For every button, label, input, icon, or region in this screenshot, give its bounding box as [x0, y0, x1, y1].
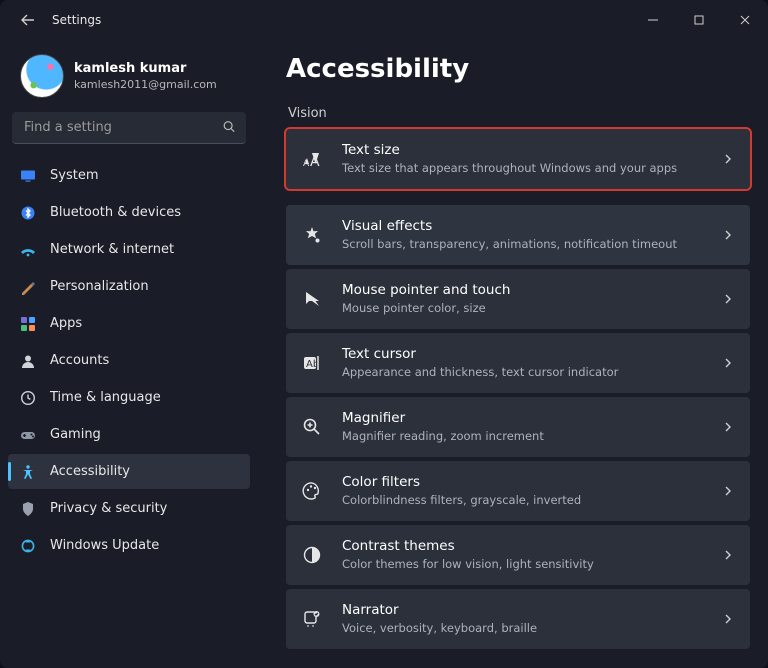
- search-icon: [222, 119, 236, 138]
- contrast-themes-icon: [300, 543, 324, 567]
- sidebar-item-label: Bluetooth & devices: [50, 205, 181, 220]
- gaming-icon: [20, 427, 36, 443]
- user-block[interactable]: kamlesh kumar kamlesh2011@gmail.com: [8, 50, 250, 112]
- sidebar-item-label: Apps: [50, 316, 82, 331]
- sidebar-item-privacy[interactable]: Privacy & security: [8, 491, 250, 526]
- sidebar-item-label: Gaming: [50, 427, 101, 442]
- vision-cards: Text size Text size that appears through…: [286, 129, 750, 649]
- bluetooth-icon: [20, 205, 36, 221]
- card-subtitle: Scroll bars, transparency, animations, n…: [342, 237, 722, 252]
- card-subtitle: Appearance and thickness, text cursor in…: [342, 365, 722, 380]
- section-vision: Vision: [288, 106, 750, 121]
- sidebar-item-label: Windows Update: [50, 538, 159, 553]
- avatar: [20, 54, 64, 98]
- card-narrator[interactable]: Narrator Voice, verbosity, keyboard, bra…: [286, 589, 750, 649]
- text-cursor-icon: [300, 351, 324, 375]
- card-subtitle: Voice, verbosity, keyboard, braille: [342, 621, 722, 636]
- sidebar-item-apps[interactable]: Apps: [8, 306, 250, 341]
- card-contrast-themes[interactable]: Contrast themes Color themes for low vis…: [286, 525, 750, 585]
- card-color-filters[interactable]: Color filters Colorblindness filters, gr…: [286, 461, 750, 521]
- privacy-icon: [20, 501, 36, 517]
- narrator-icon: [300, 607, 324, 631]
- minimize-button[interactable]: [630, 0, 676, 40]
- apps-icon: [20, 316, 36, 332]
- card-text-size[interactable]: Text size Text size that appears through…: [286, 129, 750, 189]
- card-subtitle: Text size that appears throughout Window…: [342, 161, 722, 176]
- sidebar-item-label: Privacy & security: [50, 501, 167, 516]
- back-button[interactable]: [20, 12, 36, 28]
- network-icon: [20, 242, 36, 258]
- sidebar-item-system[interactable]: System: [8, 158, 250, 193]
- user-email: kamlesh2011@gmail.com: [74, 78, 217, 91]
- card-mouse-pointer[interactable]: Mouse pointer and touch Mouse pointer co…: [286, 269, 750, 329]
- chevron-right-icon: [722, 610, 734, 629]
- nav: System Bluetooth & devices Network & int…: [8, 158, 250, 563]
- chevron-right-icon: [722, 482, 734, 501]
- titlebar: Settings: [0, 0, 768, 40]
- card-magnifier[interactable]: Magnifier Magnifier reading, zoom increm…: [286, 397, 750, 457]
- card-subtitle: Mouse pointer color, size: [342, 301, 722, 316]
- chevron-right-icon: [722, 418, 734, 437]
- personalization-icon: [20, 279, 36, 295]
- sidebar-item-label: Network & internet: [50, 242, 174, 257]
- card-title: Text cursor: [342, 346, 722, 363]
- magnifier-icon: [300, 415, 324, 439]
- card-subtitle: Color themes for low vision, light sensi…: [342, 557, 722, 572]
- card-title: Mouse pointer and touch: [342, 282, 722, 299]
- sidebar-item-update[interactable]: Windows Update: [8, 528, 250, 563]
- sidebar-item-time[interactable]: Time & language: [8, 380, 250, 415]
- card-subtitle: Magnifier reading, zoom increment: [342, 429, 722, 444]
- card-title: Narrator: [342, 602, 722, 619]
- sidebar-item-network[interactable]: Network & internet: [8, 232, 250, 267]
- system-icon: [20, 168, 36, 184]
- user-name: kamlesh kumar: [74, 61, 217, 76]
- card-title: Color filters: [342, 474, 722, 491]
- chevron-right-icon: [722, 354, 734, 373]
- chevron-right-icon: [722, 290, 734, 309]
- sidebar-item-bluetooth[interactable]: Bluetooth & devices: [8, 195, 250, 230]
- search-wrap: [12, 112, 246, 144]
- card-subtitle: Colorblindness filters, grayscale, inver…: [342, 493, 722, 508]
- sidebar-item-label: Accessibility: [50, 464, 130, 479]
- card-title: Magnifier: [342, 410, 722, 427]
- chevron-right-icon: [722, 150, 734, 169]
- sidebar: kamlesh kumar kamlesh2011@gmail.com Syst…: [0, 40, 262, 668]
- main: Accessibility Vision Text size Text size…: [262, 40, 768, 668]
- chevron-right-icon: [722, 546, 734, 565]
- sidebar-item-label: Time & language: [50, 390, 161, 405]
- card-title: Contrast themes: [342, 538, 722, 555]
- card-title: Text size: [342, 142, 722, 159]
- time-icon: [20, 390, 36, 406]
- sidebar-item-accounts[interactable]: Accounts: [8, 343, 250, 378]
- sidebar-item-label: Accounts: [50, 353, 109, 368]
- color-filters-icon: [300, 479, 324, 503]
- sidebar-item-gaming[interactable]: Gaming: [8, 417, 250, 452]
- search-input[interactable]: [12, 112, 246, 144]
- text-size-icon: [300, 147, 324, 171]
- sidebar-item-personalization[interactable]: Personalization: [8, 269, 250, 304]
- sidebar-item-accessibility[interactable]: Accessibility: [8, 454, 250, 489]
- sidebar-item-label: System: [50, 168, 98, 183]
- visual-effects-icon: [300, 223, 324, 247]
- maximize-button[interactable]: [676, 0, 722, 40]
- card-visual-effects[interactable]: Visual effects Scroll bars, transparency…: [286, 205, 750, 265]
- update-icon: [20, 538, 36, 554]
- card-title: Visual effects: [342, 218, 722, 235]
- accessibility-icon: [20, 464, 36, 480]
- card-text-cursor[interactable]: Text cursor Appearance and thickness, te…: [286, 333, 750, 393]
- mouse-pointer-icon: [300, 287, 324, 311]
- accounts-icon: [20, 353, 36, 369]
- window-title: Settings: [52, 13, 101, 27]
- close-button[interactable]: [722, 0, 768, 40]
- page-title: Accessibility: [286, 54, 750, 84]
- sidebar-item-label: Personalization: [50, 279, 149, 294]
- chevron-right-icon: [722, 226, 734, 245]
